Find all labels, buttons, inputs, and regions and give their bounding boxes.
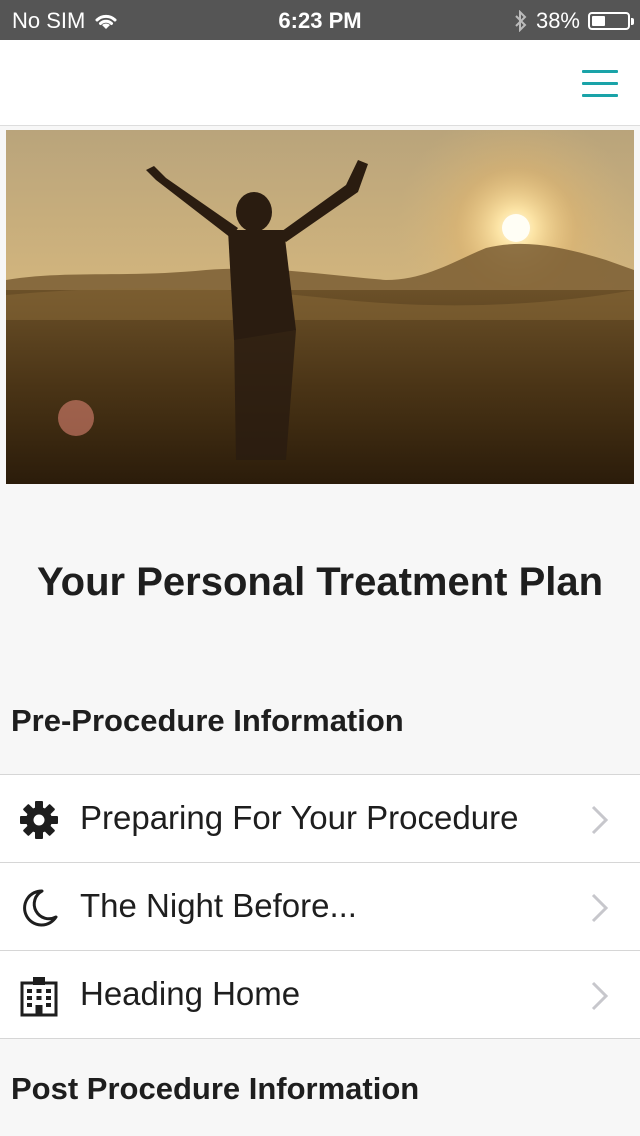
battery-nub: [631, 18, 634, 25]
list-item-preparing[interactable]: Preparing For Your Procedure: [0, 775, 640, 863]
pre-procedure-list: Preparing For Your Procedure The Night B…: [0, 774, 640, 1039]
battery-percent: 38%: [535, 8, 580, 33]
section-title-post-procedure: Post Procedure Information: [11, 1071, 420, 1106]
chevron-right-icon: [591, 805, 609, 835]
hamburger-icon-line: [582, 70, 618, 73]
list-item-heading-home[interactable]: Heading Home: [0, 951, 640, 1039]
status-bar: No SIM 6:23 PM 38%: [0, 0, 640, 40]
building-icon: [20, 977, 58, 1017]
battery-icon: [588, 12, 634, 30]
status-right: 38%: [514, 8, 634, 34]
battery-fill: [592, 16, 605, 26]
list-item-label: Preparing For Your Procedure: [80, 799, 519, 836]
list-item-label: Heading Home: [80, 975, 301, 1012]
navbar: [0, 40, 640, 126]
gear-icon: [20, 801, 58, 839]
bluetooth-icon: [515, 10, 527, 32]
list-item-night-before[interactable]: The Night Before...: [0, 863, 640, 951]
list-item-label: The Night Before...: [80, 887, 357, 924]
chevron-right-icon: [591, 893, 609, 923]
hamburger-icon-line: [582, 94, 618, 97]
section-title-pre-procedure: Pre-Procedure Information: [11, 703, 404, 738]
moon-icon: [23, 889, 58, 927]
page-title: Your Personal Treatment Plan: [36, 560, 604, 604]
chevron-right-icon: [591, 981, 609, 1011]
hero-image: [6, 130, 634, 484]
hero-illustration: [6, 130, 634, 484]
hamburger-icon-line: [582, 82, 618, 85]
menu-button[interactable]: [582, 70, 618, 97]
